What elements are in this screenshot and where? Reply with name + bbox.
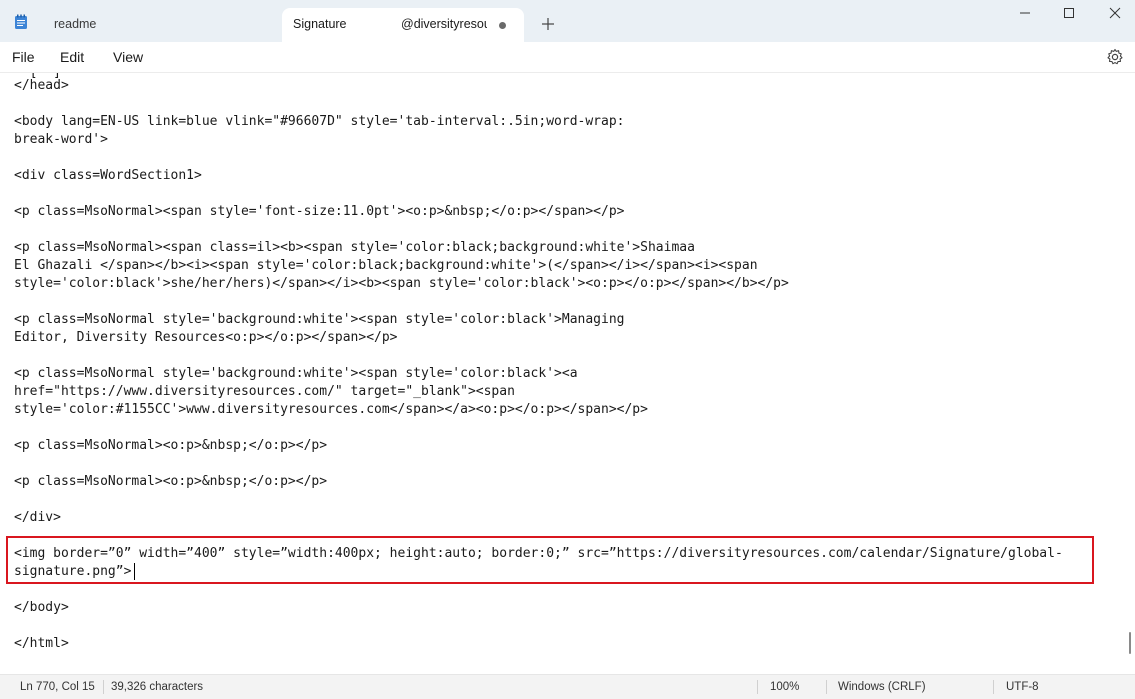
code-line: break-word'> <box>14 132 108 147</box>
character-count: 39,326 characters <box>111 681 204 693</box>
notepad-window: readme Signature @diversityresources.com… <box>0 0 1135 699</box>
code-line: style='color:#1155CC'>www.diversityresou… <box>14 402 648 417</box>
menu-view[interactable]: View <box>113 49 143 65</box>
code-line: <p class=MsoNormal><span class=il><b><sp… <box>14 240 695 255</box>
code-line: <body lang=EN-US link=blue vlink="#96607… <box>14 114 625 129</box>
menu-file[interactable]: File <box>12 49 35 65</box>
status-divider <box>757 680 758 694</box>
tab-signature[interactable]: Signature @diversityresources.com <box>282 8 524 42</box>
code-line: </html> <box>14 636 69 651</box>
code-line: </body> <box>14 600 69 615</box>
status-divider <box>826 680 827 694</box>
code-line: </div> <box>14 510 61 525</box>
encoding[interactable]: UTF-8 <box>1006 681 1039 693</box>
text-cursor <box>134 563 135 580</box>
menu-edit[interactable]: Edit <box>60 49 84 65</box>
code-line: <div class=WordSection1> <box>14 168 202 183</box>
status-bar: Ln 770, Col 15 39,326 characters 100% Wi… <box>0 674 1135 699</box>
code-line: style='color:black'>she/her/hers)</span>… <box>14 276 789 291</box>
cursor-position: Ln 770, Col 15 <box>20 681 95 693</box>
code-line: <p class=MsoNormal style='background:whi… <box>14 312 625 327</box>
close-icon[interactable] <box>1092 4 1135 24</box>
vertical-scrollbar-thumb[interactable] <box>1129 632 1131 654</box>
minimize-icon[interactable] <box>1002 4 1048 24</box>
zoom-level[interactable]: 100% <box>770 681 799 693</box>
title-bar: readme Signature @diversityresources.com <box>0 0 1135 42</box>
status-divider <box>103 680 104 694</box>
new-tab-plus-icon[interactable] <box>538 14 558 34</box>
code-line: <p class=MsoNormal><o:p>&nbsp;</o:p></p> <box>14 474 328 489</box>
maximize-icon[interactable] <box>1046 4 1092 24</box>
highlight-annotation-box <box>6 536 1094 584</box>
code-line: El Ghazali </span></b><i><span style='co… <box>14 258 758 273</box>
menu-bar: File Edit View <box>0 42 1135 73</box>
line-ending[interactable]: Windows (CRLF) <box>838 681 926 693</box>
tab-label: readme <box>54 17 97 31</box>
code-line: <p class=MsoNormal style='background:whi… <box>14 366 578 381</box>
unsaved-indicator-icon[interactable] <box>499 22 506 29</box>
code-line: <p class=MsoNormal><span style='font-siz… <box>14 204 625 219</box>
tab-label: Signature <box>293 17 347 31</box>
code-line: Editor, Diversity Resources<o:p></o:p></… <box>14 330 398 345</box>
code-line: href="https://www.diversityresources.com… <box>14 384 515 399</box>
tab-label-secondary: @diversityresources.com <box>401 17 487 31</box>
code-line: </head> <box>14 78 69 93</box>
text-editor[interactable]: [ ] </head> <body lang=EN-US link=blue v… <box>0 73 1135 671</box>
status-divider <box>993 680 994 694</box>
settings-gear-icon[interactable] <box>1106 48 1124 66</box>
tab-readme[interactable]: readme <box>40 8 278 42</box>
code-line: <p class=MsoNormal><o:p>&nbsp;</o:p></p> <box>14 438 328 453</box>
notepad-app-icon <box>15 14 27 29</box>
